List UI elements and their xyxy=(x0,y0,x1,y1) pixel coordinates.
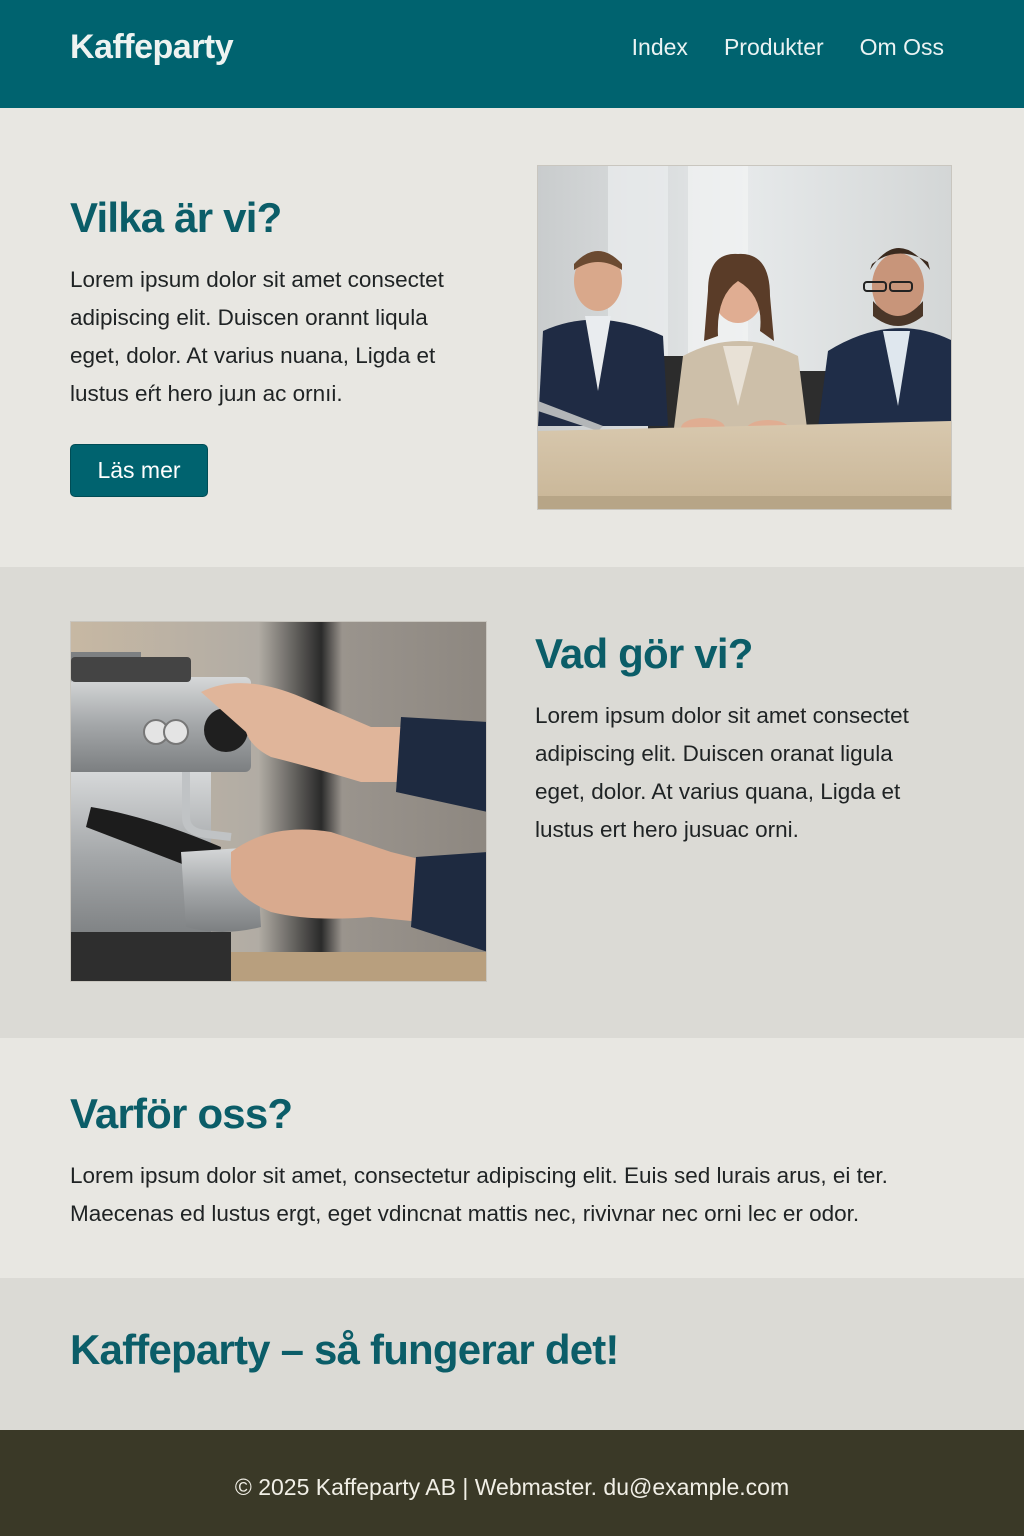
site-header: Kaffeparty Index Produkter Om Oss xyxy=(0,0,1024,108)
what-section: Vad gör vi? Lorem ipsum dolor sit amet c… xyxy=(0,567,1024,1038)
what-heading: Vad gör vi? xyxy=(535,630,753,677)
site-logo[interactable]: Kaffeparty xyxy=(70,28,234,67)
who-heading: Vilka är vi? xyxy=(70,194,282,241)
footer-copyright: © 2025 Kaffeparty AB | Webmaster. du@exa… xyxy=(234,1474,790,1500)
who-text-line: lustus eŕt hero juɹn ac ornıi. xyxy=(70,381,343,406)
what-text-line: Lorem ipsum dolor sit amet consectet xyxy=(535,703,909,728)
why-section: Varför oss? Lorem ipsum dolor sit amet, … xyxy=(0,1038,1024,1278)
what-text-line: lustus ert hero jusuac orni. xyxy=(535,817,799,842)
why-text-line: Lorem ipsum dolor sit amet, consectetur … xyxy=(70,1163,888,1188)
what-text: Lorem ipsum dolor sit amet consectet adi… xyxy=(535,697,975,849)
who-section: Vilka är vi? Lorem ipsum dolor sit amet … xyxy=(0,108,1024,567)
who-text: Lorem ipsum dolor sit amet consectet adi… xyxy=(70,261,510,413)
why-text-line: Maecenas ed lustus ergt, eget vdincnat m… xyxy=(70,1201,860,1226)
what-text-line: adipiscing elit. Duiscen oranat ligula xyxy=(535,741,893,766)
who-text-line: adipiscing elit. Duiscen orannt liqula xyxy=(70,305,428,330)
how-section: Kaffeparty – så fungerar det! xyxy=(0,1278,1024,1430)
how-heading: Kaffeparty – så fungerar det! xyxy=(70,1326,619,1373)
why-text: Lorem ipsum dolor sit amet, consectetur … xyxy=(70,1157,970,1233)
nav-om-oss-link[interactable]: Om Oss xyxy=(860,34,944,61)
team-meeting-photo xyxy=(537,165,952,510)
who-text-line: Lorem ipsum dolor sit amet consectet xyxy=(70,267,444,292)
site-footer: © 2025 Kaffeparty AB | Webmaster. du@exa… xyxy=(0,1430,1024,1536)
why-heading: Varför oss? xyxy=(70,1090,293,1137)
read-more-button[interactable]: Läs mer xyxy=(70,444,208,497)
what-text-line: eget, dolor. At varius quana, Ligda et xyxy=(535,779,901,804)
espresso-machine-photo xyxy=(70,621,487,982)
who-text-line: eget, dolor. At varius nuana, Ligda et xyxy=(70,343,436,368)
main-nav: Index Produkter Om Oss xyxy=(632,34,944,61)
nav-produkter-link[interactable]: Produkter xyxy=(724,34,824,61)
nav-index-link[interactable]: Index xyxy=(632,34,688,61)
